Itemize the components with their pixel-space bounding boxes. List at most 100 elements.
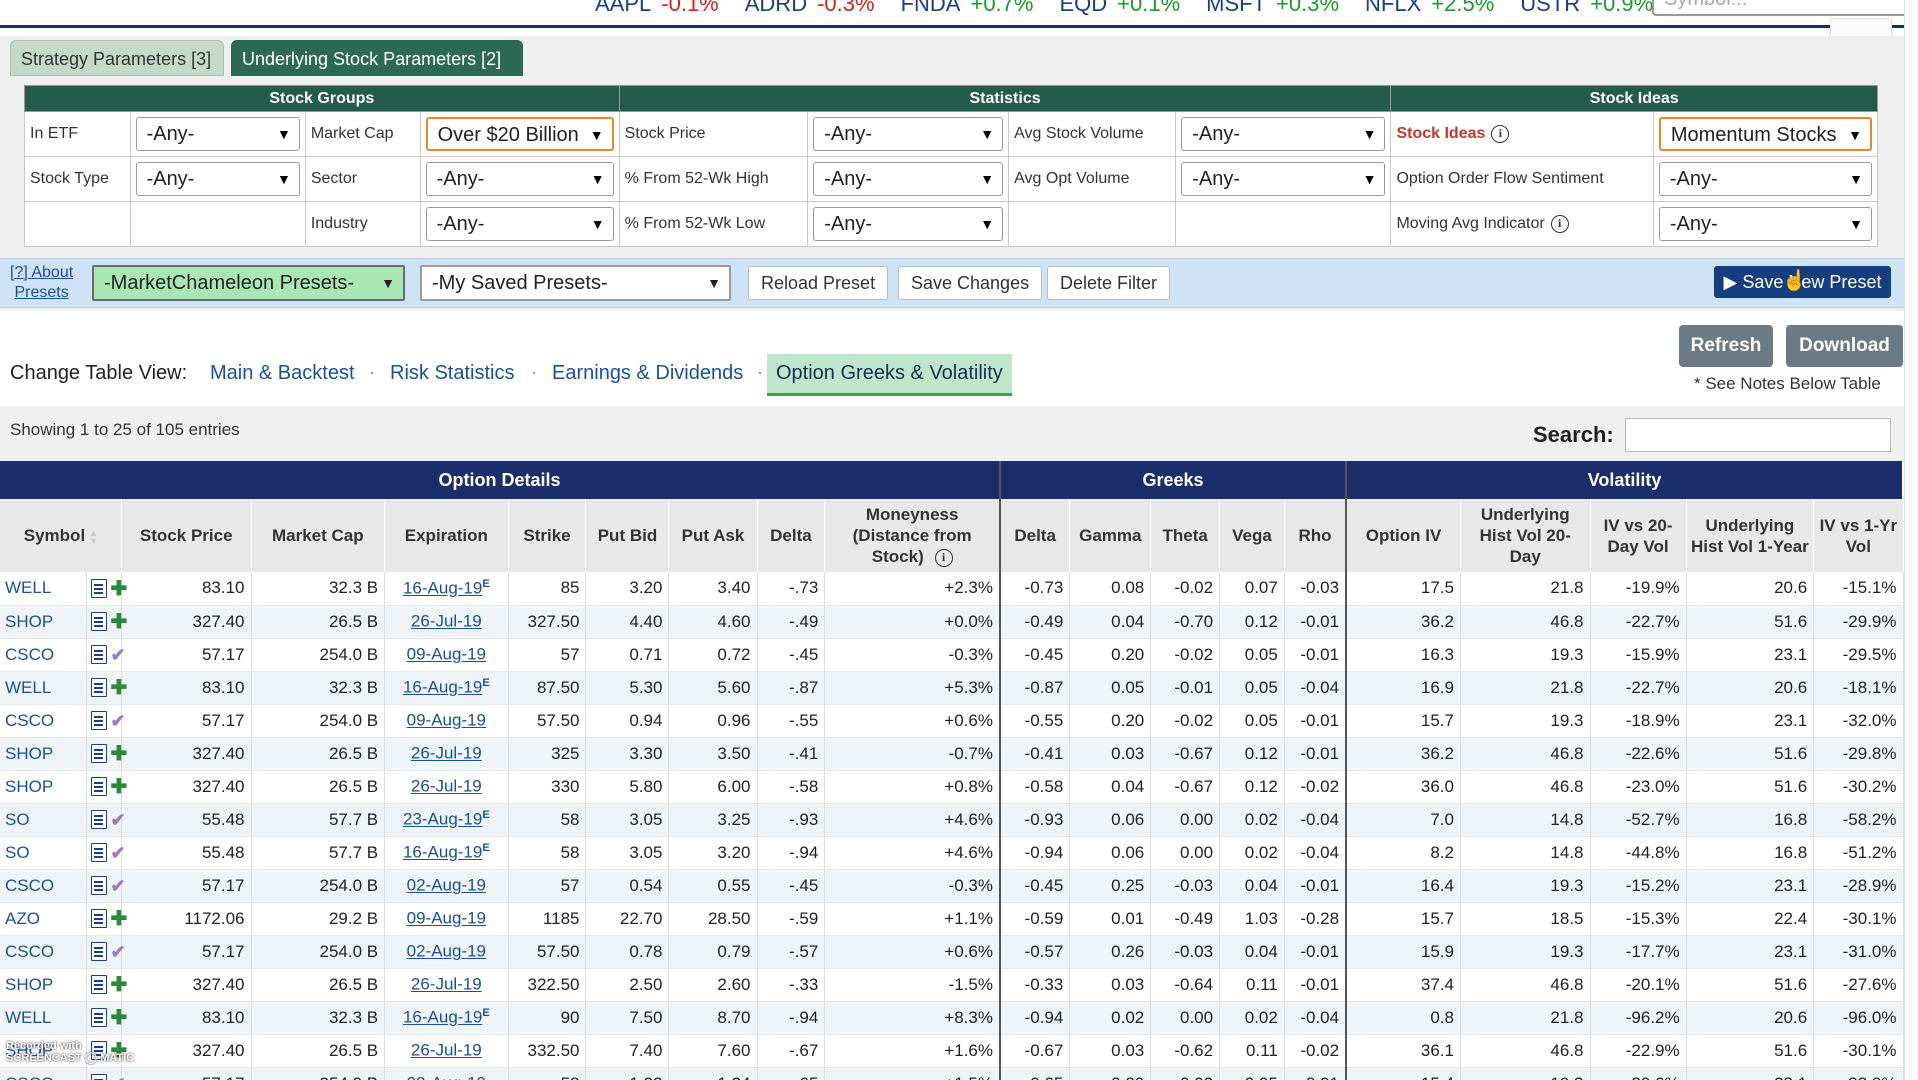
ticker-symbol[interactable]: MSFT (1206, 0, 1266, 16)
cell-symbol[interactable]: SO (0, 836, 87, 870)
col-vega[interactable]: Vega (1219, 499, 1285, 572)
document-icon[interactable] (90, 1074, 107, 1080)
table-row[interactable]: SHOP ✚ 327.40 26.5 B 26-Jul-19 327.50 4.40 4.60… (0, 605, 1904, 639)
add-plus-icon[interactable]: ✚ (111, 777, 128, 797)
cell-expiration[interactable]: 09-Aug-19 (384, 902, 509, 936)
checkmark-icon[interactable]: ✔ (111, 942, 126, 962)
expiration-link[interactable]: 02-Aug-19 (407, 942, 486, 961)
checkmark-icon[interactable]: ✔ (111, 810, 126, 830)
table-row[interactable]: CSCO ✔ 57.17 254.0 B 02-Aug-19 57 0.54 0.55 -.45… (0, 869, 1904, 903)
ticker-symbol[interactable]: NFLX (1365, 0, 1421, 16)
tab-underlying-stock-parameters[interactable]: Underlying Stock Parameters [2] (231, 40, 523, 76)
cell-symbol[interactable]: CSCO (0, 638, 87, 672)
checkmark-icon[interactable]: ✔ (111, 843, 126, 863)
col-greek-delta[interactable]: Delta (999, 499, 1071, 572)
market-cap-select[interactable]: Over $20 Billion (425, 117, 614, 151)
document-icon[interactable] (90, 645, 107, 665)
checkmark-icon[interactable]: ✔ (111, 645, 126, 665)
cell-expiration[interactable]: 09-Aug-19 (384, 1067, 509, 1080)
ticker-item[interactable]: NFLX +2.5% (1365, 0, 1494, 17)
cell-expiration[interactable]: 09-Aug-19 (384, 704, 509, 738)
add-plus-icon[interactable]: ✚ (111, 678, 128, 698)
expiration-link[interactable]: 26-Jul-19 (411, 612, 482, 631)
table-row[interactable]: SO ✔ 55.48 57.7 B 16-Aug-19E 58 3.05 3.20 -.94 +4… (0, 836, 1904, 870)
cell-symbol[interactable]: AZO (0, 902, 87, 936)
table-row[interactable]: WELL ✚ 83.10 32.3 B 16-Aug-19E 90 7.50 8.70 -.94… (0, 1001, 1904, 1035)
add-plus-icon[interactable]: ✚ (111, 1008, 128, 1028)
document-icon[interactable] (90, 579, 107, 598)
cell-expiration[interactable]: 16-Aug-19E (384, 572, 509, 606)
ticker-item[interactable]: ADRD -0.3% (745, 0, 875, 17)
ticker-item[interactable]: EQD +0.1% (1059, 0, 1180, 17)
cell-symbol[interactable]: WELL (0, 671, 87, 705)
marketchameleon-presets-select[interactable]: -MarketChameleon Presets- (92, 265, 405, 301)
col-iv-vs-1y[interactable]: IV vs 1-Yr Vol (1813, 499, 1904, 572)
cell-expiration[interactable]: 26-Jul-19 (384, 737, 509, 771)
cell-symbol[interactable]: CSCO (0, 1067, 87, 1080)
table-row[interactable]: WELL ✚ 83.10 32.3 B 16-Aug-19E 85 3.20 3.40 -.73… (0, 572, 1904, 606)
table-row[interactable]: SHOP ✚ 327.40 26.5 B 26-Jul-19 330 5.80 6.00 -.5… (0, 770, 1904, 804)
cell-symbol[interactable]: CSCO (0, 869, 87, 903)
cell-expiration[interactable]: 09-Aug-19 (384, 638, 509, 672)
col-rho[interactable]: Rho (1284, 499, 1348, 572)
ticker-symbol[interactable]: FNDA (901, 0, 961, 16)
industry-select[interactable]: -Any- (425, 207, 614, 241)
expiration-link[interactable]: 16-Aug-19 (403, 1008, 482, 1027)
cell-symbol[interactable]: SHOP (0, 770, 87, 804)
expiration-link[interactable]: 09-Aug-19 (407, 711, 486, 730)
ticker-symbol[interactable]: EQD (1059, 0, 1107, 16)
expiration-link[interactable]: 26-Jul-19 (411, 744, 482, 763)
expiration-link[interactable]: 09-Aug-19 (407, 1074, 486, 1080)
cell-expiration[interactable]: 26-Jul-19 (384, 770, 509, 804)
ticker-symbol[interactable]: AAPL (595, 0, 651, 16)
table-row[interactable]: SHOP ✚ 327.40 26.5 B 26-Jul-19 325 3.30 3.50 -.4… (0, 737, 1904, 771)
document-icon[interactable] (90, 942, 107, 962)
from-high-select[interactable]: -Any- (813, 162, 1004, 196)
sector-select[interactable]: -Any- (425, 162, 614, 196)
view-main-backtest-link[interactable]: Main & Backtest (210, 362, 355, 385)
table-row[interactable]: CSCO ✔57.17254.0 B 09-Aug-19 581.221.24-.65… (0, 1067, 1904, 1080)
table-row[interactable]: SHOP ✚ 327.40 26.5 B 26-Jul-19 322.50 2.50 2.60… (0, 968, 1904, 1002)
checkmark-icon[interactable]: ✔ (111, 1074, 126, 1080)
expiration-link[interactable]: 26-Jul-19 (411, 777, 482, 796)
table-row[interactable]: AZO ✚ 1172.06 29.2 B 09-Aug-19 1185 22.70 28.50… (0, 902, 1904, 936)
avg-opt-volume-select[interactable]: -Any- (1181, 162, 1386, 196)
cell-symbol[interactable]: SHOP (0, 968, 87, 1002)
ticker-symbol[interactable]: USTR (1520, 0, 1580, 16)
refresh-button[interactable]: Refresh (1679, 325, 1773, 367)
ticker-item[interactable]: MSFT +0.3% (1206, 0, 1339, 17)
expiration-link[interactable]: 16-Aug-19 (403, 579, 482, 598)
save-changes-button[interactable]: Save Changes (898, 266, 1043, 300)
add-plus-icon[interactable]: ✚ (111, 744, 128, 764)
vertical-scrollbar[interactable] (1904, 0, 1918, 1080)
col-stock-price[interactable]: Stock Price (121, 499, 252, 572)
expiration-link[interactable]: 16-Aug-19 (403, 678, 482, 697)
from-low-select[interactable]: -Any- (813, 207, 1004, 241)
document-icon[interactable] (90, 810, 107, 830)
expiration-link[interactable]: 26-Jul-19 (411, 975, 482, 994)
add-plus-icon[interactable]: ✚ (111, 975, 128, 995)
ticker-item[interactable]: AAPL -0.1% (595, 0, 719, 17)
col-moneyness[interactable]: Moneyness (Distance from Stock) i (824, 499, 1001, 572)
view-option-greeks-volatility-tab[interactable]: Option Greeks & Volatility (767, 354, 1012, 396)
table-row[interactable]: WELL ✚ 83.10 32.3 B 16-Aug-19E 87.50 5.30 5.60-… (0, 671, 1904, 705)
cell-expiration[interactable]: 02-Aug-19 (384, 935, 509, 969)
cell-expiration[interactable]: 23-Aug-19E (384, 803, 509, 837)
view-earnings-dividends-link[interactable]: Earnings & Dividends (552, 362, 743, 385)
table-search-input[interactable] (1625, 418, 1891, 452)
cell-expiration[interactable]: 26-Jul-19 (384, 968, 509, 1002)
cell-symbol[interactable]: CSCO (0, 935, 87, 969)
expiration-link[interactable]: 09-Aug-19 (407, 909, 486, 928)
cell-symbol[interactable]: SHOP (0, 737, 87, 771)
tab-strategy-parameters[interactable]: Strategy Parameters [3] (10, 40, 224, 76)
cell-symbol[interactable]: WELL (0, 1001, 87, 1035)
document-icon[interactable] (90, 678, 107, 698)
col-theta[interactable]: Theta (1150, 499, 1221, 572)
col-gamma[interactable]: Gamma (1069, 499, 1152, 572)
document-icon[interactable] (90, 711, 107, 731)
col-expiration[interactable]: Expiration (384, 499, 509, 572)
info-icon[interactable]: i (1550, 214, 1569, 233)
add-plus-icon[interactable]: ✚ (111, 909, 128, 929)
expiration-link[interactable]: 23-Aug-19 (403, 810, 482, 829)
view-risk-statistics-link[interactable]: Risk Statistics (390, 362, 514, 385)
